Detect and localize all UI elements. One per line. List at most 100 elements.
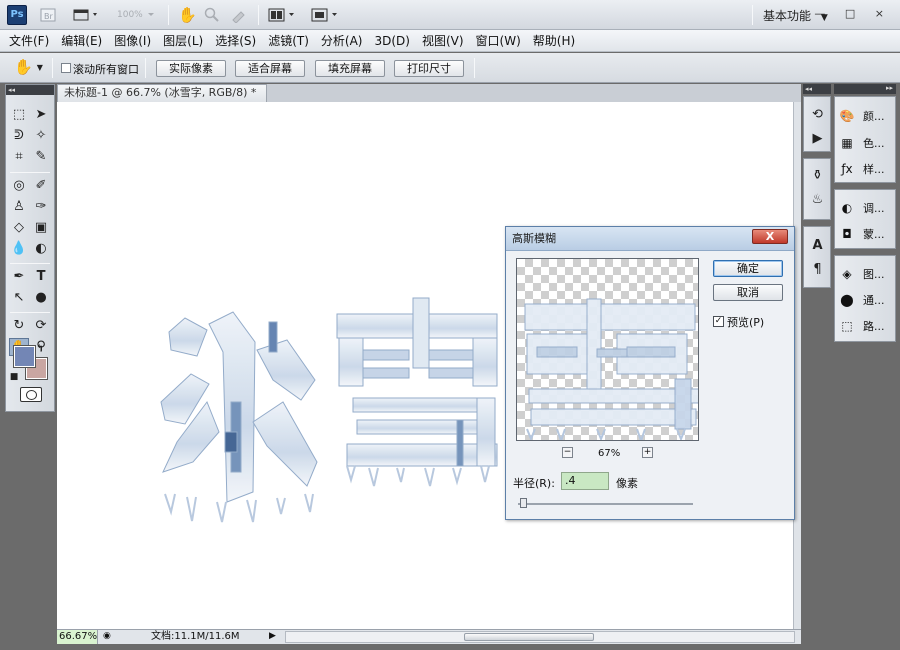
status-info-icon[interactable]: ◉ bbox=[103, 631, 111, 641]
radius-slider-thumb[interactable] bbox=[520, 498, 527, 508]
dialog-close-button[interactable]: X bbox=[752, 229, 788, 244]
bridge-icon[interactable]: Br bbox=[40, 6, 56, 24]
view-extras-icon[interactable] bbox=[73, 6, 101, 24]
move-tool-icon[interactable]: ➤ bbox=[31, 106, 51, 124]
actions-icon[interactable]: ▶ bbox=[809, 130, 826, 147]
pen-tool-icon[interactable]: ✒ bbox=[9, 268, 29, 286]
paths-panel-tab[interactable]: ⬚ 路... bbox=[839, 316, 884, 336]
styles-panel-tab[interactable]: ƒx 样... bbox=[839, 159, 885, 179]
fit-screen-button[interactable]: 适合屏幕 bbox=[235, 60, 305, 77]
masks-panel-tab[interactable]: ◘ 蒙... bbox=[839, 224, 885, 244]
radius-slider-track[interactable] bbox=[518, 503, 693, 505]
marquee-tool-icon[interactable]: ⬚ bbox=[9, 106, 29, 124]
horizontal-scrollbar[interactable] bbox=[285, 631, 795, 643]
layers-panel-tab[interactable]: ◈ 图... bbox=[839, 264, 884, 284]
application-bar: Ps Br 100% ✋ 基本功能 ▼ — □ × bbox=[0, 0, 900, 30]
zoom-level-value: 100% bbox=[117, 10, 143, 20]
menu-image[interactable]: 图像(I) bbox=[114, 32, 151, 49]
menu-analysis[interactable]: 分析(A) bbox=[321, 32, 363, 49]
dodge-tool-icon[interactable]: ◐ bbox=[31, 240, 51, 258]
shape-tool-icon[interactable]: ● bbox=[31, 289, 51, 307]
preview-checkbox[interactable]: ✓ bbox=[713, 316, 724, 327]
menu-window[interactable]: 窗口(W) bbox=[476, 32, 521, 49]
scroll-all-windows-label: 滚动所有窗口 bbox=[73, 63, 139, 76]
zoom-in-button[interactable]: + bbox=[642, 447, 653, 458]
zoom-percent-field[interactable]: 66.67% bbox=[57, 630, 98, 644]
screen-mode-icon[interactable] bbox=[311, 6, 341, 24]
swap-colors-icon[interactable]: ↰ bbox=[34, 340, 46, 358]
hand-tool-icon[interactable]: ✋ bbox=[178, 6, 197, 24]
hand-tool-preset-icon[interactable]: ✋ ▼ bbox=[14, 58, 43, 76]
workspace-label: 基本功能 bbox=[763, 9, 812, 23]
adjustments-panel-tab[interactable]: ◐ 调... bbox=[839, 198, 885, 218]
path-selection-tool-icon[interactable]: ↖ bbox=[9, 289, 29, 307]
styles-panel-label: 样... bbox=[863, 163, 885, 176]
menu-select[interactable]: 选择(S) bbox=[215, 32, 256, 49]
preview-label: 预览(P) bbox=[727, 316, 765, 329]
paragraph-icon[interactable]: ¶ bbox=[809, 261, 826, 278]
filter-preview[interactable] bbox=[516, 258, 699, 441]
menu-view[interactable]: 视图(V) bbox=[422, 32, 464, 49]
window-controls[interactable]: — □ × bbox=[814, 7, 892, 20]
swatches-panel-icon: ▦ bbox=[841, 136, 853, 150]
history-icon[interactable]: ⟲ bbox=[809, 106, 826, 123]
crop-tool-icon[interactable]: ⌗ bbox=[9, 148, 29, 166]
status-menu-arrow-icon[interactable]: ▶ bbox=[269, 631, 276, 641]
dock-collapse-icon[interactable]: ▸▸ bbox=[834, 84, 896, 94]
masks-panel-label: 蒙... bbox=[863, 228, 885, 241]
healing-brush-tool-icon[interactable]: ◎ bbox=[9, 177, 29, 195]
print-size-button[interactable]: 打印尺寸 bbox=[394, 60, 464, 77]
quick-mask-icon[interactable] bbox=[20, 387, 42, 402]
swatches-panel-label: 色... bbox=[863, 137, 885, 150]
color-panel-icon: 🎨 bbox=[839, 109, 855, 123]
zoom-out-button[interactable]: − bbox=[562, 447, 573, 458]
cancel-button[interactable]: 取消 bbox=[713, 284, 783, 301]
lasso-tool-icon[interactable]: ᕲ bbox=[9, 127, 29, 145]
panel-dock: ▸▸ 🎨 颜... ▦ 色... ƒx 样... ◐ 调... ◘ 蒙... ◈ 图... … bbox=[834, 84, 896, 344]
magic-wand-tool-icon[interactable]: ✧ bbox=[31, 127, 51, 145]
brushes-icon[interactable]: ⚱ bbox=[809, 167, 826, 184]
clone-stamp-tool-icon[interactable]: ♙ bbox=[9, 198, 29, 216]
clone-source-icon[interactable]: ♨ bbox=[809, 191, 826, 208]
actual-pixels-button[interactable]: 实际像素 bbox=[156, 60, 226, 77]
menu-layer[interactable]: 图层(L) bbox=[163, 32, 203, 49]
rotate-view-icon[interactable] bbox=[230, 6, 246, 24]
horizontal-scroll-thumb[interactable] bbox=[464, 633, 594, 641]
menu-3d[interactable]: 3D(D) bbox=[374, 34, 409, 48]
channels-panel-label: 通... bbox=[863, 294, 885, 307]
radius-input[interactable]: .4 bbox=[561, 472, 609, 490]
menu-file[interactable]: 文件(F) bbox=[9, 32, 49, 49]
foreground-color-swatch[interactable] bbox=[13, 345, 36, 368]
arrange-documents-icon[interactable] bbox=[268, 6, 298, 24]
zoom-tool-icon[interactable] bbox=[204, 6, 220, 24]
channels-panel-tab[interactable]: ⬤ 通... bbox=[839, 290, 885, 310]
brush-tool-icon[interactable]: ✐ bbox=[31, 177, 51, 195]
document-tab[interactable]: 未标题-1 @ 66.7% (冰雪字, RGB/8) * × bbox=[57, 84, 267, 115]
ok-button[interactable]: 确定 bbox=[713, 260, 783, 277]
photoshop-logo: Ps bbox=[7, 5, 27, 25]
eyedropper-tool-icon[interactable]: ✎ bbox=[31, 148, 51, 166]
zoom-level-dropdown[interactable]: 100% bbox=[117, 6, 158, 24]
menu-help[interactable]: 帮助(H) bbox=[533, 32, 575, 49]
character-icon[interactable]: A bbox=[809, 237, 826, 254]
strip-group-2: ⚱ ♨ bbox=[803, 158, 831, 220]
history-brush-tool-icon[interactable]: ✑ bbox=[31, 198, 51, 216]
swatches-panel-tab[interactable]: ▦ 色... bbox=[839, 133, 885, 153]
blur-tool-icon[interactable]: 💧 bbox=[9, 240, 29, 258]
3d-orbit-tool-icon[interactable]: ⟳ bbox=[31, 317, 51, 335]
3d-rotate-tool-icon[interactable]: ↻ bbox=[9, 317, 29, 335]
menu-filter[interactable]: 滤镜(T) bbox=[268, 32, 309, 49]
type-tool-icon[interactable]: T bbox=[31, 268, 51, 286]
panel-icon-strip: ◂◂ ⟲ ▶ ⚱ ♨ A ¶ bbox=[803, 84, 831, 644]
collapse-icon[interactable]: ◂◂ bbox=[6, 85, 54, 95]
gradient-tool-icon[interactable]: ▣ bbox=[31, 219, 51, 237]
default-colors-icon[interactable]: ■ bbox=[9, 368, 19, 386]
fill-screen-button[interactable]: 填充屏幕 bbox=[315, 60, 385, 77]
color-panel-tab[interactable]: 🎨 颜... bbox=[839, 106, 885, 126]
strip-group-3: A ¶ bbox=[803, 226, 831, 288]
eraser-tool-icon[interactable]: ◇ bbox=[9, 219, 29, 237]
menu-edit[interactable]: 编辑(E) bbox=[61, 32, 102, 49]
strip-collapse-icon[interactable]: ◂◂ bbox=[803, 84, 831, 94]
scroll-all-windows-checkbox[interactable] bbox=[61, 63, 71, 73]
adjustments-panel-icon: ◐ bbox=[841, 201, 853, 215]
